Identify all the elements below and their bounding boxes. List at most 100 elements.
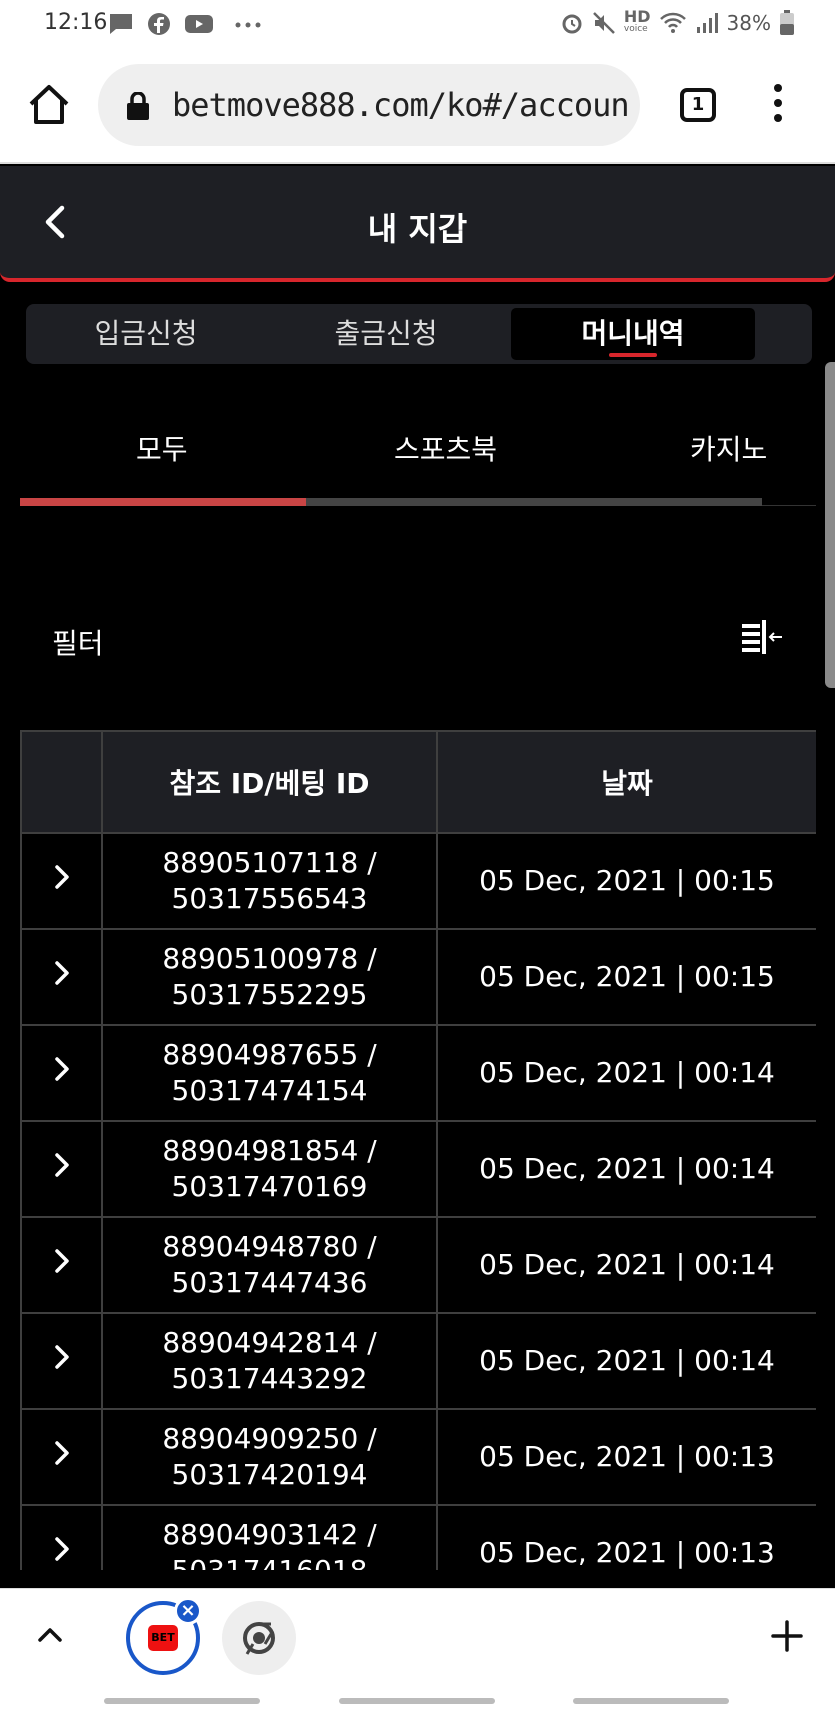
ref-id-cell: 88905100978 /50317552295 (101, 928, 438, 1026)
transactions-table: 참조 ID/베팅 ID 날짜 88905107118 /50317556543 … (20, 730, 816, 1570)
ref-id-cell: 88904981854 /50317470169 (101, 1120, 438, 1218)
date-cell: 05 Dec, 2021 | 00:14 (436, 1120, 816, 1218)
ref-id-cell: 88904948780 /50317447436 (101, 1216, 438, 1314)
filter-icon[interactable] (740, 618, 784, 656)
ref-id: 88904981854 / (162, 1134, 377, 1167)
bet-id: 50317470169 (171, 1170, 368, 1203)
date-cell: 05 Dec, 2021 | 00:15 (436, 832, 816, 930)
bet-logo: BET (148, 1625, 178, 1651)
bet-id: 50317420194 (171, 1458, 368, 1491)
bet-id: 50317556543 (171, 882, 368, 915)
subtab-sportsbook[interactable]: 스포츠북 (394, 428, 497, 468)
mute-icon (592, 12, 615, 34)
expand-chevron-icon[interactable] (20, 1504, 103, 1570)
date-cell: 05 Dec, 2021 | 00:14 (436, 1024, 816, 1122)
bet-id: 50317447436 (171, 1266, 368, 1299)
expand-chevron-icon[interactable] (20, 1312, 103, 1410)
bet-id: 50317474154 (171, 1074, 368, 1107)
url-text[interactable]: betmove888.com/ko#/accoun (172, 86, 630, 124)
ref-id-cell: 88904942814 /50317443292 (101, 1312, 438, 1410)
tab-money-history[interactable]: 머니내역 (511, 308, 755, 360)
youtube-icon (185, 15, 213, 33)
table-row[interactable]: 88905100978 /50317552295 05 Dec, 2021 | … (20, 928, 816, 1026)
table-header-row: 참조 ID/베팅 ID 날짜 (20, 730, 816, 834)
ref-id-cell: 88904903142 / 50317416018 (101, 1504, 438, 1570)
ref-id: 88904903142 / (162, 1518, 377, 1551)
tab-label: 출금신청 (334, 317, 438, 350)
close-icon[interactable]: × (174, 1597, 202, 1625)
page-title: 내 지갑 (367, 210, 468, 248)
ref-id: 88905100978 / (162, 942, 377, 975)
chrome-app-bubble[interactable] (222, 1601, 296, 1675)
expand-chevron-icon[interactable] (20, 1024, 103, 1122)
subtab-all[interactable]: 모두 (136, 428, 188, 468)
alarm-icon (562, 14, 582, 34)
system-navigation-bar (0, 1686, 835, 1716)
expand-chevron-icon[interactable] (20, 832, 103, 930)
expand-chevron-icon[interactable] (20, 928, 103, 1026)
active-tab-indicator (609, 353, 657, 357)
lock-icon (127, 92, 149, 120)
table-row[interactable]: 88905107118 /50317556543 05 Dec, 2021 | … (20, 832, 816, 930)
table-row[interactable]: 88904942814 /50317443292 05 Dec, 2021 | … (20, 1312, 816, 1410)
main-tabs: 입금신청 출금신청 머니내역 (26, 304, 812, 364)
tab-withdraw-request[interactable]: 출금신청 (266, 308, 506, 360)
signal-icon (696, 13, 718, 33)
ref-id: 88904948780 / (162, 1230, 377, 1263)
ref-id: 88904987655 / (162, 1038, 377, 1071)
header-cell-date: 날짜 (436, 730, 816, 834)
tab-switcher-button[interactable]: 1 (680, 88, 716, 122)
expand-chevron-icon[interactable] (20, 1216, 103, 1314)
header-cell-expand (20, 730, 103, 834)
scrollbar-thumb[interactable] (825, 362, 835, 688)
table-row[interactable]: 88904981854 /50317470169 05 Dec, 2021 | … (20, 1120, 816, 1218)
add-icon[interactable] (770, 1619, 804, 1653)
expand-chevron-icon[interactable] (20, 1408, 103, 1506)
status-bar: 12:16 HD voice 38% (0, 0, 835, 48)
message-icon (110, 14, 132, 34)
ref-id-cell: 88904909250 /50317420194 (101, 1408, 438, 1506)
battery-percent: 38% (726, 11, 771, 35)
tab-deposit-request[interactable]: 입금신청 (26, 308, 266, 360)
ref-id-cell: 88904987655 /50317474154 (101, 1024, 438, 1122)
home-icon[interactable] (26, 82, 72, 128)
bet-id: 50317416018 (172, 1554, 368, 1570)
subtab-track-end (762, 505, 816, 506)
app-header: 내 지갑 (0, 166, 835, 282)
nav-home-handle[interactable] (339, 1698, 495, 1704)
subtab-casino[interactable]: 카지노 (690, 428, 767, 468)
facebook-icon (148, 13, 170, 35)
tab-label: 머니내역 (581, 317, 685, 350)
date-cell: 05 Dec, 2021 | 00:14 (436, 1216, 816, 1314)
bet-id: 50317552295 (171, 978, 368, 1011)
date-cell: 05 Dec, 2021 | 00:15 (436, 928, 816, 1026)
more-icon (235, 22, 261, 28)
bottom-app-bar: BET × (0, 1588, 835, 1686)
expand-chevron-icon[interactable] (20, 1120, 103, 1218)
wifi-icon (659, 12, 686, 33)
browser-menu-icon[interactable] (768, 84, 788, 128)
chevron-up-icon[interactable] (36, 1621, 64, 1649)
address-bar[interactable]: betmove888.com/ko#/accoun (98, 64, 640, 146)
ref-id: 88904909250 / (162, 1422, 377, 1455)
table-row[interactable]: 88904987655 /50317474154 05 Dec, 2021 | … (20, 1024, 816, 1122)
filter-label: 필터 (52, 627, 104, 660)
browser-toolbar: betmove888.com/ko#/accoun 1 (0, 48, 835, 164)
subtab-active-indicator (20, 498, 306, 506)
table-row[interactable]: 88904909250 /50317420194 05 Dec, 2021 | … (20, 1408, 816, 1506)
nav-recents-handle[interactable] (104, 1698, 260, 1704)
tab-label: 입금신청 (94, 317, 198, 350)
ref-id-cell: 88905107118 /50317556543 (101, 832, 438, 930)
bet-id: 50317443292 (171, 1362, 368, 1395)
table-row[interactable]: 88904903142 / 50317416018 05 Dec, 2021 | … (20, 1504, 816, 1570)
date-cell: 05 Dec, 2021 | 00:13 (436, 1408, 816, 1506)
ref-id: 88905107118 / (162, 846, 377, 879)
nav-back-handle[interactable] (573, 1698, 729, 1704)
table-row[interactable]: 88904948780 /50317447436 05 Dec, 2021 | … (20, 1216, 816, 1314)
date-cell: 05 Dec, 2021 | 00:13 (436, 1504, 816, 1570)
battery-icon (780, 10, 794, 35)
hd-voice-indicator: HD voice (623, 7, 651, 35)
header-cell-ref-id: 참조 ID/베팅 ID (101, 730, 438, 834)
status-time: 12:16 (44, 10, 108, 35)
ref-id: 88904942814 / (162, 1326, 377, 1359)
